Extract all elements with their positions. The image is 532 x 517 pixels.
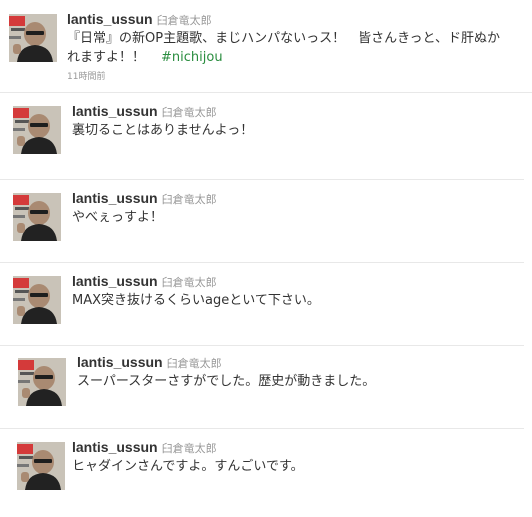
full-name: 臼倉竜太郎	[161, 106, 217, 119]
tweet-text: 『日常』の新OP主題歌、まじハンパないっス！ 皆さんきっと、ド肝ぬか れますよ！…	[67, 29, 500, 67]
divider	[0, 92, 532, 93]
full-name: 臼倉竜太郎	[161, 193, 217, 206]
screen-name[interactable]: lantis_ussun	[67, 11, 153, 27]
avatar[interactable]	[18, 358, 66, 406]
timestamp[interactable]: 11時間前	[67, 69, 105, 82]
full-name: 臼倉竜太郎	[161, 442, 217, 455]
user-avatar	[9, 14, 57, 62]
full-name: 臼倉竜太郎	[156, 14, 212, 27]
full-name: 臼倉竜太郎	[166, 357, 222, 370]
tweet-text: 裏切ることはありませんよっ！	[72, 123, 254, 138]
user-avatar	[17, 442, 65, 490]
tweet-header: lantis_ussun 臼倉竜太郎	[72, 439, 217, 457]
screen-name[interactable]: lantis_ussun	[72, 439, 158, 455]
divider	[0, 179, 524, 180]
tweet-header: lantis_ussun 臼倉竜太郎	[72, 103, 217, 121]
avatar[interactable]	[13, 276, 61, 324]
full-name: 臼倉竜太郎	[161, 276, 217, 289]
tweet-text: MAX突き抜けるくらいageといて下さい。	[72, 293, 320, 308]
divider	[0, 262, 524, 263]
tweet-header: lantis_ussun 臼倉竜太郎	[77, 354, 222, 372]
tweet-text-line-2: れますよ！！	[67, 50, 146, 65]
user-avatar	[18, 358, 66, 406]
screen-name[interactable]: lantis_ussun	[77, 354, 163, 370]
divider	[0, 345, 524, 346]
screen-name[interactable]: lantis_ussun	[72, 273, 158, 289]
tweet-text: ヒャダインさんですよ。すんごいです。	[72, 459, 304, 474]
tweet-header: lantis_ussun 臼倉竜太郎	[72, 190, 217, 208]
user-avatar	[13, 106, 61, 154]
tweet-text: スーパースターさすがでした。歴史が動きました。	[77, 374, 376, 389]
screen-name[interactable]: lantis_ussun	[72, 103, 158, 119]
divider	[0, 428, 524, 429]
avatar[interactable]	[9, 14, 57, 62]
tweet-text-line-1: 『日常』の新OP主題歌、まじハンパないっス！ 皆さんきっと、ド肝ぬか	[67, 31, 501, 46]
hashtag-link[interactable]: #nichijou	[161, 50, 223, 65]
avatar[interactable]	[13, 106, 61, 154]
screen-name[interactable]: lantis_ussun	[72, 190, 158, 206]
tweet-header: lantis_ussun 臼倉竜太郎	[67, 11, 212, 29]
avatar[interactable]	[13, 193, 61, 241]
tweet-header: lantis_ussun 臼倉竜太郎	[72, 273, 217, 291]
user-avatar	[13, 276, 61, 324]
user-avatar	[13, 193, 61, 241]
tweet-text: やべぇっすよ！	[72, 210, 164, 225]
avatar[interactable]	[17, 442, 65, 490]
